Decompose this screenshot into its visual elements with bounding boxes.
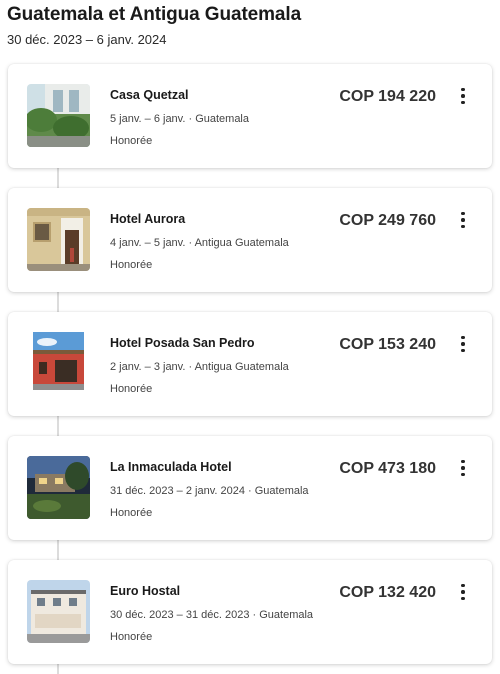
booking-price: COP 249 760	[339, 212, 436, 229]
more-vertical-icon[interactable]	[454, 457, 472, 479]
trip-header: Guatemala et Antigua Guatemala 30 déc. 2…	[7, 4, 301, 47]
booking-status: Honorée	[110, 507, 153, 519]
more-vertical-icon[interactable]	[454, 333, 472, 355]
booking-card[interactable]: Casa Quetzal 5 janv. – 6 janv. · Guatema…	[8, 64, 492, 168]
hotel-name[interactable]: Euro Hostal	[110, 584, 180, 598]
booking-price: COP 194 220	[339, 88, 436, 105]
booking-price: COP 473 180	[339, 460, 436, 477]
booking-dates-location: 4 janv. – 5 janv. · Antigua Guatemala	[110, 237, 289, 249]
trip-dates: 30 déc. 2023 – 6 janv. 2024	[7, 32, 167, 47]
hotel-photo-colonial-door	[27, 208, 90, 271]
hotel-thumbnail[interactable]	[27, 208, 90, 271]
booking-dates-location: 5 janv. – 6 janv. · Guatemala	[110, 113, 249, 125]
booking-card[interactable]: Hotel Aurora 4 janv. – 5 janv. · Antigua…	[8, 188, 492, 292]
booking-card[interactable]: La Inmaculada Hotel 31 déc. 2023 – 2 jan…	[8, 436, 492, 540]
booking-status: Honorée	[110, 135, 153, 147]
booking-dates-location: 30 déc. 2023 – 31 déc. 2023 · Guatemala	[110, 609, 314, 621]
booking-price: COP 153 240	[339, 336, 436, 353]
booking-status: Honorée	[110, 631, 153, 643]
hotel-thumbnail[interactable]	[27, 456, 90, 519]
hotel-name[interactable]: Hotel Aurora	[110, 212, 185, 226]
hotel-thumbnail[interactable]	[27, 580, 90, 643]
hotel-thumbnail[interactable]	[27, 332, 90, 395]
more-vertical-icon[interactable]	[454, 85, 472, 107]
booking-status: Honorée	[110, 259, 153, 271]
hotel-photo-courtyard-palm	[27, 84, 90, 147]
booking-card[interactable]: Hotel Posada San Pedro 2 janv. – 3 janv.…	[8, 312, 492, 416]
hotel-name[interactable]: Casa Quetzal	[110, 88, 189, 102]
booking-dates-location: 2 janv. – 3 janv. · Antigua Guatemala	[110, 361, 289, 373]
more-vertical-icon[interactable]	[454, 209, 472, 231]
hotel-name[interactable]: La Inmaculada Hotel	[110, 460, 232, 474]
hotel-photo-red-facade	[27, 332, 90, 395]
booking-status: Honorée	[110, 383, 153, 395]
hotel-photo-night-garden	[27, 456, 90, 519]
booking-dates-location: 31 déc. 2023 – 2 janv. 2024 · Guatemala	[110, 485, 309, 497]
more-vertical-icon[interactable]	[454, 581, 472, 603]
hotel-thumbnail[interactable]	[27, 84, 90, 147]
trip-title: Guatemala et Antigua Guatemala	[7, 4, 302, 25]
hotel-name[interactable]: Hotel Posada San Pedro	[110, 336, 254, 350]
hotel-photo-white-building	[27, 580, 90, 643]
booking-price: COP 132 420	[339, 584, 436, 601]
booking-card[interactable]: Euro Hostal 30 déc. 2023 – 31 déc. 2023 …	[8, 560, 492, 664]
